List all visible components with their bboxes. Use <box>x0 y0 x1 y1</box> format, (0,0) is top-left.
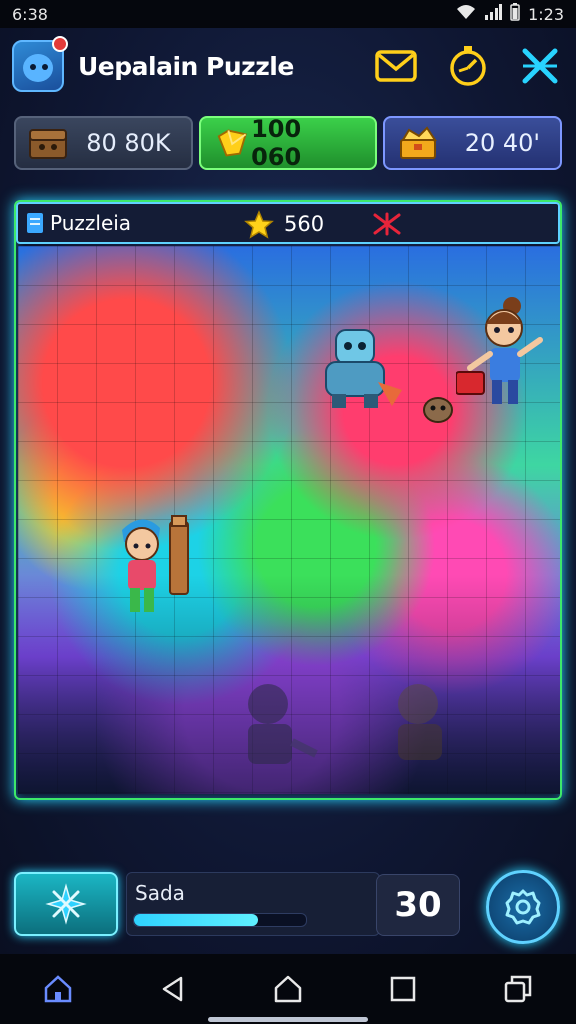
close-button[interactable] <box>516 42 564 90</box>
wifi-icon <box>456 4 476 24</box>
currency-gems[interactable]: 100 060 <box>198 115 378 171</box>
board-label: Puzzleia <box>50 211 132 235</box>
recents-button[interactable] <box>373 959 433 1019</box>
home-tab-button[interactable] <box>28 959 88 1019</box>
status-time-right: 1:23 <box>528 4 564 24</box>
currency-coins[interactable]: 80 80K <box>14 116 193 170</box>
document-icon <box>27 213 43 233</box>
gem-icon <box>217 129 247 157</box>
progress-panel: Sada <box>126 872 380 936</box>
system-nav-bar <box>0 954 576 1024</box>
puzzle-board[interactable] <box>18 246 560 794</box>
home-icon <box>274 975 302 1003</box>
shuffle-button[interactable] <box>14 872 118 936</box>
treasure-icon <box>400 126 438 159</box>
avatar-icon[interactable] <box>12 36 68 92</box>
chest-icon <box>29 129 67 159</box>
treasure-value: 20 40' <box>464 129 541 157</box>
board-score: 560 <box>284 212 325 236</box>
back-button[interactable] <box>143 959 203 1019</box>
home-outline-icon <box>44 975 71 1003</box>
home-indicator[interactable] <box>208 1017 368 1022</box>
star-icon <box>244 210 274 245</box>
timer-button[interactable] <box>444 42 492 90</box>
progress-fill <box>134 914 258 926</box>
gems-value: 100 060 <box>251 115 302 171</box>
character-shadow-left <box>232 676 322 780</box>
notification-dot <box>52 36 68 52</box>
status-time-left: 6:38 <box>12 4 48 24</box>
close-icon <box>522 48 558 84</box>
mail-icon <box>375 50 417 82</box>
gear-icon <box>505 889 541 925</box>
progress-label: Sada <box>135 881 185 905</box>
stopwatch-icon <box>450 46 486 86</box>
status-bar: 6:38 1:23 <box>0 0 576 28</box>
header: Uepalain Puzzle <box>12 36 564 96</box>
character-boy[interactable] <box>114 510 204 634</box>
character-golem[interactable] <box>318 322 408 416</box>
currency-bar: 80 80K 100 060 20 40' <box>14 115 563 172</box>
square-icon <box>390 976 416 1002</box>
character-critter[interactable] <box>418 386 458 430</box>
battery-icon <box>510 3 520 25</box>
mail-button[interactable] <box>372 42 420 90</box>
coins-value: 80 80K <box>86 129 171 157</box>
bottom-bar: Sada 30 <box>14 870 562 944</box>
switch-apps-button[interactable] <box>488 959 548 1019</box>
page-title: Uepalain Puzzle <box>78 51 294 81</box>
bow-icon[interactable] <box>372 212 402 241</box>
board-header: Puzzleia 560 <box>16 202 560 244</box>
signal-icon <box>484 4 503 24</box>
copy-icon <box>505 975 532 1003</box>
back-icon <box>162 976 183 1002</box>
progress-bar <box>133 913 307 927</box>
character-shadow-right <box>384 676 464 770</box>
currency-treasure[interactable]: 20 40' <box>383 116 563 170</box>
sparkle-icon <box>45 883 87 925</box>
home-button[interactable] <box>258 959 318 1019</box>
settings-button[interactable] <box>486 870 560 944</box>
move-counter: 30 <box>376 874 460 936</box>
character-girl[interactable] <box>455 296 546 420</box>
